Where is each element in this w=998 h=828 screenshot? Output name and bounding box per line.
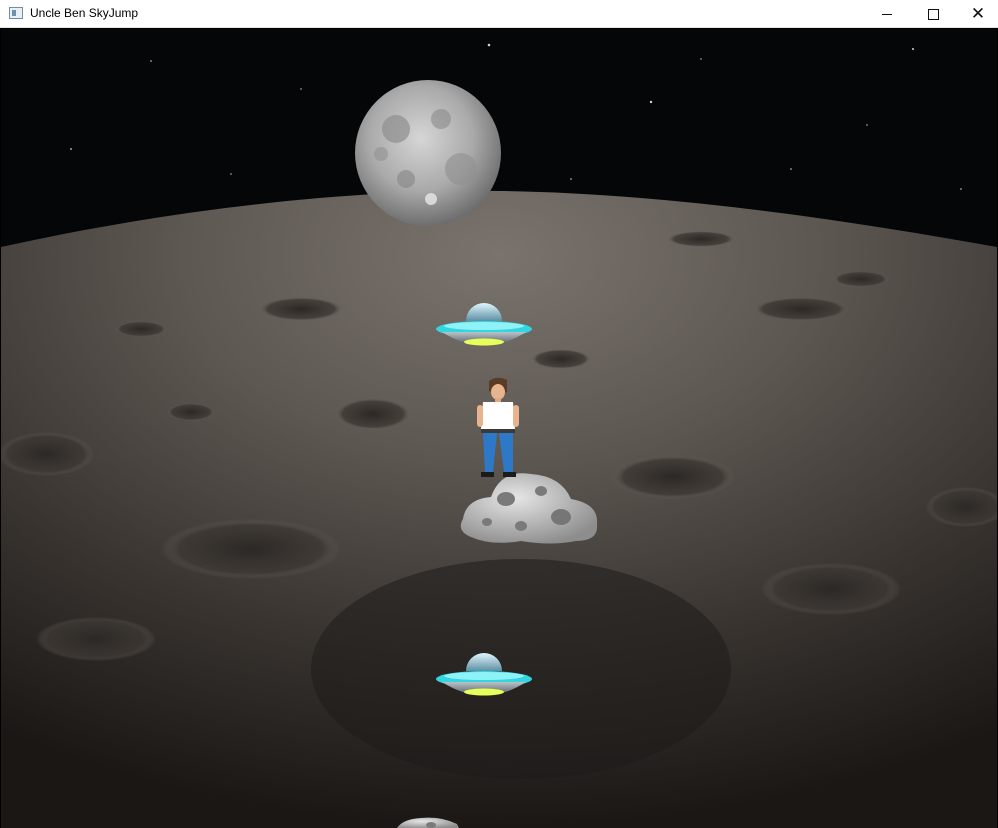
full-moon	[355, 80, 501, 226]
window-app-icon	[9, 7, 23, 19]
game-canvas[interactable]	[1, 29, 997, 828]
close-button[interactable]: ✕	[955, 0, 998, 28]
close-icon: ✕	[970, 3, 986, 24]
maximize-icon	[927, 8, 939, 20]
maximize-button[interactable]	[910, 0, 956, 28]
title-bar[interactable]: Uncle Ben SkyJump ✕	[0, 0, 998, 28]
minimize-button[interactable]	[864, 0, 910, 28]
minimize-icon	[882, 13, 892, 15]
window-title: Uncle Ben SkyJump	[30, 6, 139, 20]
game-window: Uncle Ben SkyJump ✕	[0, 0, 998, 828]
